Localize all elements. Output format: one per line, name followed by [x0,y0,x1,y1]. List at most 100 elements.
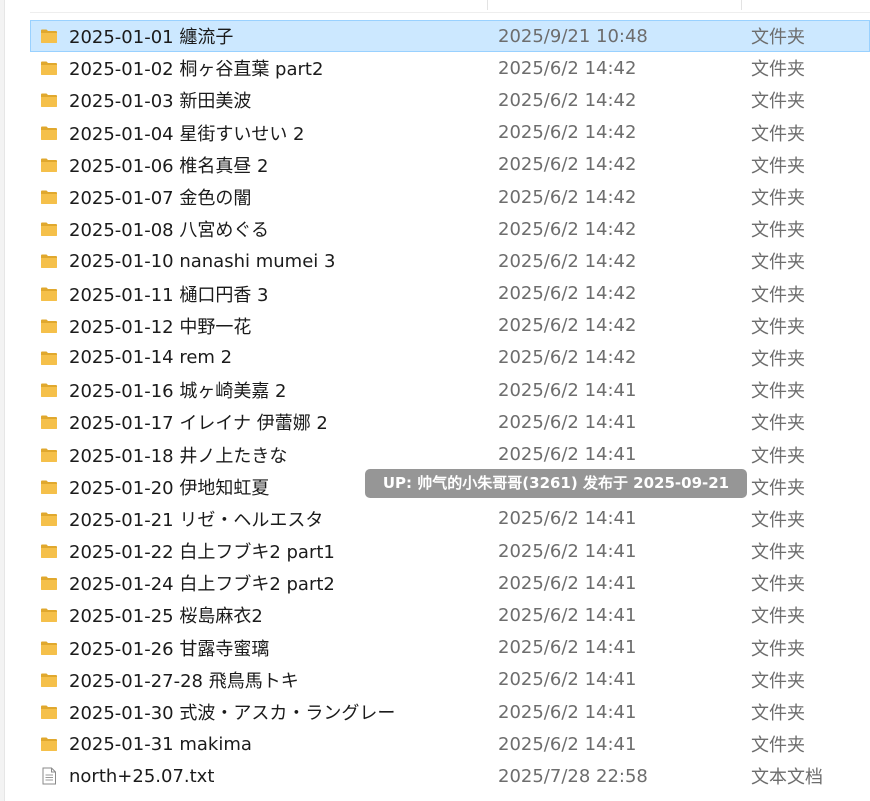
file-name: 2025-01-07 金色の闇 [69,188,252,210]
file-name: 2025-01-21 リゼ・ヘルエスタ [69,509,324,531]
column-header[interactable] [30,0,870,13]
column-divider-date[interactable] [487,0,488,10]
date-modified: 2025/6/2 14:42 [498,250,637,272]
file-type: 文件夹 [751,735,805,757]
file-type: 文件夹 [751,188,805,210]
date-modified: 2025/7/28 22:58 [498,765,648,787]
folder-icon [40,59,58,77]
file-row[interactable]: 2025-01-31 makima 2025/6/2 14:41 文件夹 [30,728,870,760]
folder-icon [40,252,58,270]
folder-icon [40,349,58,367]
column-divider-type[interactable] [741,0,742,10]
file-type: 文件夹 [751,638,805,660]
file-row[interactable]: 2025-01-16 城ヶ崎美嘉 2 2025/6/2 14:41 文件夹 [30,374,870,406]
folder-icon [40,220,58,238]
file-name: 2025-01-16 城ヶ崎美嘉 2 [69,381,287,403]
file-type: 文件夹 [751,413,805,435]
file-type: 文件夹 [751,123,805,145]
file-list-pane: 2025-01-01 纏流子 2025/9/21 10:48 文件夹 2025-01-… [0,0,870,801]
file-row[interactable]: 2025-01-18 井ノ上たきな 2025/6/2 14:41 文件夹 [30,438,870,470]
file-type: 文件夹 [751,348,805,370]
date-modified: 2025/6/2 14:42 [498,283,637,305]
file-row[interactable]: 2025-01-02 桐ヶ谷直葉 part2 2025/6/2 14:42 文件夹 [30,52,870,84]
file-type: 文件夹 [751,509,805,531]
file-row[interactable]: 2025-01-22 白上フブキ2 part1 2025/6/2 14:41 文件夹 [30,535,870,567]
file-row[interactable]: 2025-01-10 nanashi mumei 3 2025/6/2 14:42… [30,245,870,277]
file-type: 文件夹 [751,284,805,306]
file-row[interactable]: 2025-01-11 樋口円香 3 2025/6/2 14:42 文件夹 [30,278,870,310]
folder-icon [40,542,58,560]
date-modified: 2025/6/2 14:41 [498,637,637,659]
file-type: 文件夹 [751,445,805,467]
file-name: 2025-01-01 纏流子 [69,27,234,49]
date-modified: 2025/6/2 14:41 [498,669,637,691]
folder-icon [40,671,58,689]
date-modified: 2025/6/2 14:42 [498,57,637,79]
date-modified: 2025/6/2 14:42 [498,89,637,111]
file-row[interactable]: 2025-01-25 桜島麻衣2 2025/6/2 14:41 文件夹 [30,599,870,631]
file-list: 2025-01-01 纏流子 2025/9/21 10:48 文件夹 2025-01-… [30,20,870,793]
file-name: 2025-01-30 式波・アスカ・ラングレー [69,703,396,725]
folder-icon [40,381,58,399]
file-type: 文件夹 [751,606,805,628]
file-type: 文件夹 [751,574,805,596]
file-row[interactable]: 2025-01-06 椎名真昼 2 2025/6/2 14:42 文件夹 [30,149,870,181]
file-name: 2025-01-14 rem 2 [69,347,233,369]
file-row[interactable]: north+25.07.txt 2025/7/28 22:58 文本文档 [30,760,870,792]
file-row[interactable]: 2025-01-24 白上フブキ2 part2 2025/6/2 14:41 文件夹 [30,567,870,599]
file-row[interactable]: 2025-01-01 纏流子 2025/9/21 10:48 文件夹 [30,20,870,53]
file-name: 2025-01-31 makima [69,733,252,755]
date-modified: 2025/6/2 14:41 [498,701,637,723]
date-modified: 2025/6/2 14:41 [498,444,637,466]
file-row[interactable]: 2025-01-21 リゼ・ヘルエスタ 2025/6/2 14:41 文件夹 [30,503,870,535]
file-name: 2025-01-22 白上フブキ2 part1 [69,542,335,564]
folder-icon [40,703,58,721]
file-type: 文件夹 [751,477,805,499]
file-type: 文件夹 [751,381,805,403]
folder-icon [40,413,58,431]
date-modified: 2025/6/2 14:41 [498,733,637,755]
file-type: 文件夹 [751,542,805,564]
folder-icon [40,317,58,335]
folder-icon [40,285,58,303]
upload-watermark: UP: 帅气的小朱哥哥(3261) 发布于 2025-09-21 [365,469,747,498]
date-modified: 2025/9/21 10:48 [498,25,648,47]
file-type: 文件夹 [751,27,805,49]
file-row[interactable]: 2025-01-07 金色の闇 2025/6/2 14:42 文件夹 [30,181,870,213]
file-name: 2025-01-03 新田美波 [69,91,252,113]
folder-icon [40,478,58,496]
file-row[interactable]: 2025-01-26 甘露寺蜜璃 2025/6/2 14:41 文件夹 [30,632,870,664]
file-row[interactable]: 2025-01-17 イレイナ 伊蕾娜 2 2025/6/2 14:41 文件夹 [30,406,870,438]
folder-icon [40,446,58,464]
date-modified: 2025/6/2 14:41 [498,540,637,562]
folder-icon [40,735,58,753]
date-modified: 2025/6/2 14:42 [498,122,637,144]
file-type: 文件夹 [751,316,805,338]
file-name: 2025-01-06 椎名真昼 2 [69,155,269,177]
date-modified: 2025/6/2 14:41 [498,379,637,401]
folder-icon [40,574,58,592]
folder-icon [40,606,58,624]
file-name: north+25.07.txt [69,765,215,787]
file-row[interactable]: 2025-01-14 rem 2 2025/6/2 14:42 文件夹 [30,342,870,374]
date-modified: 2025/6/2 14:41 [498,572,637,594]
file-row[interactable]: 2025-01-30 式波・アスカ・ラングレー 2025/6/2 14:41 文件夹 [30,696,870,728]
date-modified: 2025/6/2 14:42 [498,186,637,208]
file-name: 2025-01-27-28 飛鳥馬トキ [69,670,299,692]
file-row[interactable]: 2025-01-04 星街すいせい 2 2025/6/2 14:42 文件夹 [30,117,870,149]
file-name: 2025-01-24 白上フブキ2 part2 [69,574,335,596]
folder-icon [40,639,58,657]
file-type: 文件夹 [751,703,805,725]
folder-icon [40,188,58,206]
file-name: 2025-01-20 伊地知虹夏 [69,477,270,499]
file-row[interactable]: 2025-01-12 中野一花 2025/6/2 14:42 文件夹 [30,310,870,342]
file-type: 文件夹 [751,155,805,177]
file-row[interactable]: 2025-01-03 新田美波 2025/6/2 14:42 文件夹 [30,84,870,116]
file-row[interactable]: 2025-01-27-28 飛鳥馬トキ 2025/6/2 14:41 文件夹 [30,664,870,696]
folder-icon [40,91,58,109]
text-file-icon [40,767,58,785]
file-type: 文件夹 [751,91,805,113]
file-name: 2025-01-25 桜島麻衣2 [69,606,263,628]
file-row[interactable]: 2025-01-08 八宮めぐる 2025/6/2 14:42 文件夹 [30,213,870,245]
folder-icon [40,124,58,142]
